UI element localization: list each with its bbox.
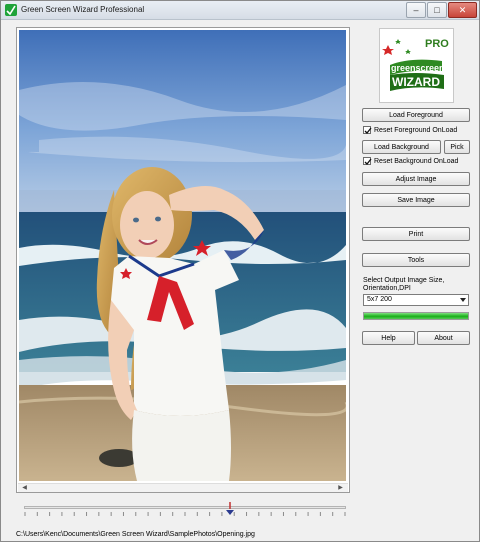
pick-button[interactable]: Pick: [444, 140, 470, 154]
reset-background-label: Reset Background OnLoad: [374, 157, 459, 165]
about-button[interactable]: About: [417, 331, 470, 345]
reset-foreground-checkbox-row[interactable]: Reset Foreground OnLoad: [363, 125, 457, 135]
reset-background-checkbox[interactable]: [363, 157, 372, 165]
save-image-button[interactable]: Save Image: [362, 193, 470, 207]
load-background-button[interactable]: Load Background: [362, 140, 441, 154]
slider-thumb[interactable]: [225, 502, 235, 516]
composite-photo: [19, 30, 346, 481]
output-size-select[interactable]: 5x7 200: [363, 294, 469, 306]
close-button[interactable]: ✕: [448, 2, 477, 18]
progress-bar: [363, 312, 469, 320]
scroll-left-icon[interactable]: ◀: [20, 484, 29, 493]
reset-foreground-checkbox[interactable]: [363, 126, 372, 134]
minimize-icon: –: [413, 5, 419, 15]
window-title: Green Screen Wizard Professional: [21, 5, 145, 14]
wizard-logo-icon: PRO greenscreen WIZARD: [380, 29, 453, 102]
file-path-status: C:\Users\Kenc\Documents\Green Screen Wiz…: [16, 531, 255, 538]
app-window: Green Screen Wizard Professional – □ ✕ ◀…: [0, 0, 480, 542]
progress-fill: [364, 313, 468, 319]
help-button[interactable]: Help: [362, 331, 415, 345]
output-size-label: Select Output Image Size, Orientation,DP…: [363, 277, 445, 292]
close-icon: ✕: [458, 4, 467, 15]
zoom-slider[interactable]: [24, 500, 346, 522]
print-button[interactable]: Print: [362, 227, 470, 241]
scroll-right-icon[interactable]: ▶: [336, 484, 345, 493]
svg-text:WIZARD: WIZARD: [392, 75, 440, 89]
photo-preview: [19, 30, 346, 481]
svg-text:greenscreen: greenscreen: [391, 63, 445, 73]
adjust-image-button[interactable]: Adjust Image: [362, 172, 470, 186]
reset-background-checkbox-row[interactable]: Reset Background OnLoad: [363, 156, 458, 166]
load-foreground-button[interactable]: Load Foreground: [362, 108, 470, 122]
svg-text:PRO: PRO: [425, 38, 449, 50]
slider-track[interactable]: [24, 506, 346, 509]
image-viewport[interactable]: ◀ ▶: [16, 27, 350, 493]
horizontal-scrollbar[interactable]: ◀ ▶: [18, 483, 348, 492]
product-logo: PRO greenscreen WIZARD: [379, 28, 454, 103]
slider-ticks: [24, 512, 346, 516]
tools-button[interactable]: Tools: [362, 253, 470, 267]
output-size-value: 5x7 200: [367, 296, 392, 303]
app-logo-icon: [5, 4, 17, 16]
minimize-button[interactable]: –: [406, 2, 426, 18]
maximize-icon: □: [434, 5, 440, 15]
title-bar[interactable]: Green Screen Wizard Professional – □ ✕: [1, 1, 479, 20]
chevron-down-icon[interactable]: [460, 298, 466, 302]
reset-foreground-label: Reset Foreground OnLoad: [374, 126, 458, 134]
maximize-button[interactable]: □: [427, 2, 447, 18]
